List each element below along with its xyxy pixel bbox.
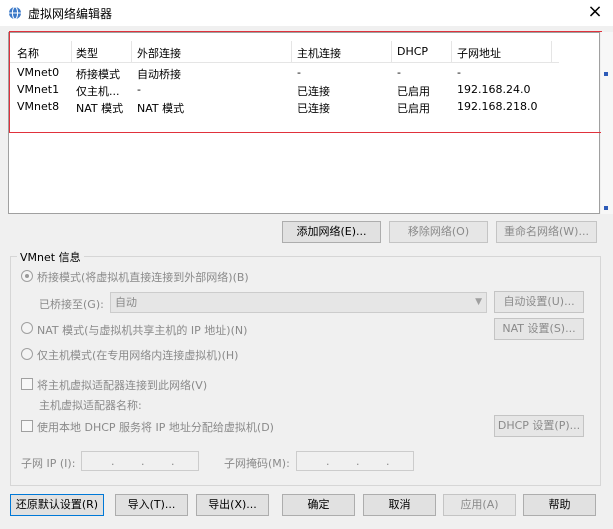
bridged-to-label: 已桥接至(G): [39, 298, 104, 311]
list-scrollbar[interactable] [601, 32, 613, 214]
column-header-subnet[interactable]: 子网地址 [457, 45, 501, 61]
ok-button[interactable]: 确定 [282, 494, 355, 516]
vmnet-info-label: VMnet 信息 [17, 249, 84, 265]
add-network-button[interactable]: 添加网络(E)... [282, 221, 381, 243]
bridged-label: 桥接模式(将虚拟机直接连接到外部网络)(B) [37, 271, 249, 284]
dhcp-settings-button[interactable]: DHCP 设置(P)... [494, 415, 584, 437]
subnet-mask-label: 子网掩码(M): [224, 457, 290, 470]
column-header-type[interactable]: 类型 [76, 45, 98, 61]
subnet-mask-field[interactable]: . . . [296, 451, 414, 471]
title-bar: 虚拟网络编辑器 × [0, 0, 613, 26]
connect-adapter-label: 将主机虚拟适配器连接到此网络(V) [37, 379, 208, 392]
table-row[interactable]: VMnet0 桥接模式 自动桥接 - - - [9, 65, 559, 82]
remove-network-button[interactable]: 移除网络(O) [389, 221, 488, 243]
subnet-ip-label: 子网 IP (I): [21, 457, 76, 470]
bridged-radio[interactable] [21, 270, 33, 282]
restore-defaults-button[interactable]: 还原默认设置(R) [10, 494, 104, 516]
close-button[interactable]: × [585, 2, 605, 22]
auto-settings-button[interactable]: 自动设置(U)... [494, 291, 584, 313]
import-button[interactable]: 导入(T)... [115, 494, 188, 516]
table-row[interactable]: VMnet8 NAT 模式 NAT 模式 已连接 已启用 192.168.218… [9, 99, 559, 116]
export-button[interactable]: 导出(X)... [196, 494, 269, 516]
network-globe-icon [9, 6, 21, 20]
connect-adapter-checkbox[interactable] [21, 378, 33, 390]
column-header-host[interactable]: 主机连接 [297, 45, 341, 61]
host-only-label: 仅主机模式(在专用网络内连接虚拟机)(H) [37, 349, 239, 362]
cancel-button[interactable]: 取消 [363, 494, 436, 516]
host-only-radio[interactable] [21, 348, 33, 360]
network-list[interactable]: 名称 类型 外部连接 主机连接 DHCP 子网地址 VMnet0 桥接模式 自动… [8, 32, 600, 214]
bridged-to-select[interactable]: 自动 ▼ [110, 292, 487, 313]
table-row[interactable]: VMnet1 仅主机... - 已连接 已启用 192.168.24.0 [9, 82, 559, 99]
adapter-name-label: 主机虚拟适配器名称: [39, 399, 142, 412]
use-dhcp-label: 使用本地 DHCP 服务将 IP 地址分配给虚拟机(D) [37, 421, 274, 434]
list-header: 名称 类型 外部连接 主机连接 DHCP 子网地址 [9, 41, 559, 63]
window-title: 虚拟网络编辑器 [28, 7, 113, 21]
scrollbar-marker [604, 206, 608, 210]
subnet-ip-field[interactable]: . . . [81, 451, 199, 471]
nat-label: NAT 模式(与虚拟机共享主机的 IP 地址)(N) [37, 324, 248, 337]
nat-settings-button[interactable]: NAT 设置(S)... [494, 318, 584, 340]
rename-network-button[interactable]: 重命名网络(W)... [496, 221, 597, 243]
column-header-external[interactable]: 外部连接 [137, 45, 181, 61]
column-header-dhcp[interactable]: DHCP [397, 45, 428, 58]
column-header-name[interactable]: 名称 [17, 45, 39, 61]
nat-radio[interactable] [21, 322, 33, 334]
apply-button[interactable]: 应用(A) [443, 494, 516, 516]
scrollbar-marker [604, 72, 608, 76]
chevron-down-icon: ▼ [475, 297, 482, 307]
help-button[interactable]: 帮助 [523, 494, 596, 516]
use-dhcp-checkbox[interactable] [21, 420, 33, 432]
